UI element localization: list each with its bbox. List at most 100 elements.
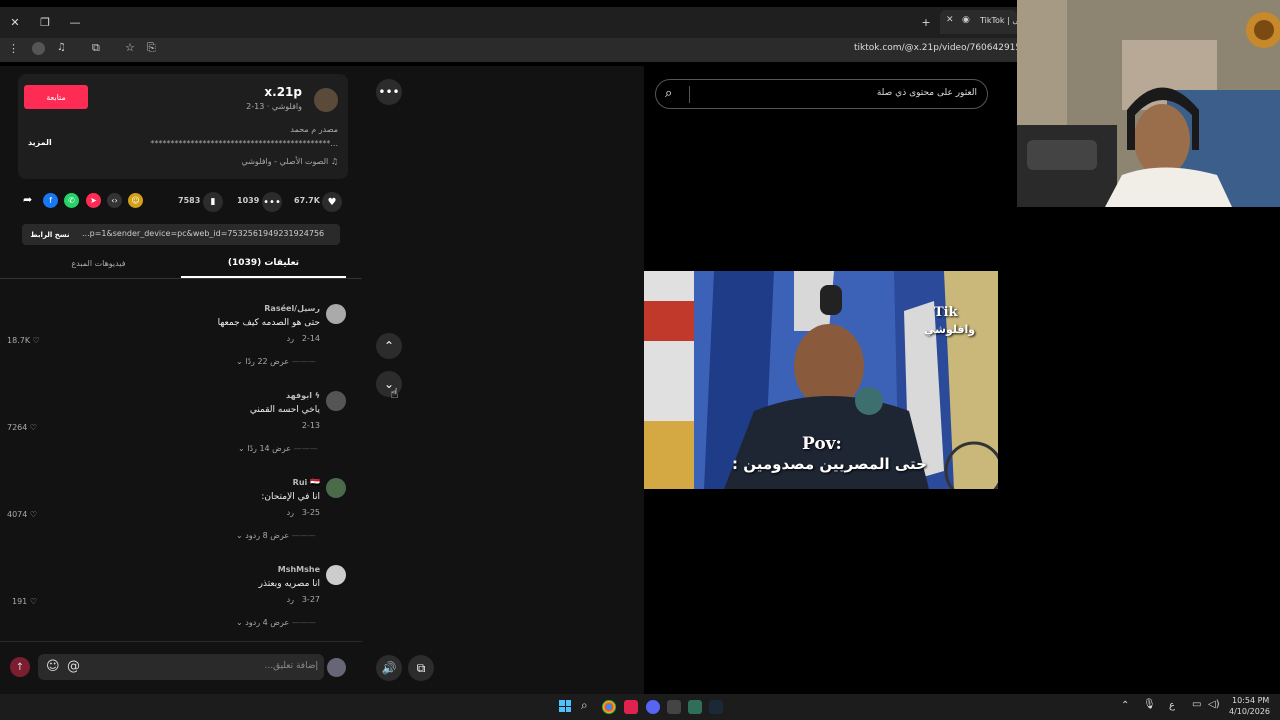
webcam-overlay bbox=[1017, 0, 1280, 207]
video-overlay-handle: وافلوشي bbox=[924, 323, 976, 336]
send-comment-button[interactable]: ↑ bbox=[10, 657, 30, 677]
steam-icon[interactable] bbox=[709, 700, 723, 714]
url-field[interactable]: tiktok.com/@x.21p/video/76064291595 bbox=[854, 43, 1033, 53]
clock-time[interactable]: 10:54 PM bbox=[1232, 696, 1269, 705]
previous-video-button[interactable]: ⌃ bbox=[376, 333, 402, 359]
facebook-icon[interactable]: f bbox=[43, 193, 58, 208]
miniplayer-button[interactable]: ⧉ bbox=[408, 655, 434, 681]
chevron-down-icon: ⌄ bbox=[236, 618, 246, 627]
heart-icon: ♥ bbox=[322, 192, 342, 212]
related-search-bar[interactable]: ⌕ العثور على محتوى ذي صلة bbox=[655, 79, 988, 109]
media-control-icon[interactable]: ♫ bbox=[57, 42, 66, 53]
commenter-name[interactable]: Raséel/رسيل bbox=[264, 304, 320, 313]
like-button[interactable]: ♥ bbox=[322, 192, 342, 212]
close-tab-icon[interactable]: ✕ bbox=[946, 15, 954, 25]
comment-input[interactable]: إضافة تعليق... bbox=[264, 661, 318, 671]
whatsapp-icon[interactable]: ✆ bbox=[64, 193, 79, 208]
view-replies-button[interactable]: ⌄ عرض 14 ردًا ——— bbox=[238, 444, 318, 453]
details-panel: متابعة x.21p وافلوشي · 13-2 مصدر م محمد … bbox=[0, 66, 362, 694]
view-replies-button[interactable]: ⌄ عرض 8 ردود ——— bbox=[236, 531, 316, 540]
comment-likes[interactable]: 7264 ♡ bbox=[7, 423, 37, 432]
reply-button[interactable]: رد bbox=[287, 595, 294, 604]
comment-text: حتى هو الصدمه كيف جمعها bbox=[217, 318, 320, 328]
comment-input-box[interactable]: ☺ @ إضافة تعليق... bbox=[38, 654, 324, 680]
sound-label[interactable]: ♫ الصوت الأصلي - وافلوشي bbox=[242, 157, 338, 166]
video-overlay-tik: Tik bbox=[934, 305, 958, 320]
follow-button[interactable]: متابعة bbox=[24, 85, 88, 109]
embed-code-icon[interactable]: ‹› bbox=[107, 193, 122, 208]
heart-outline-icon: ♡ bbox=[29, 423, 38, 432]
tray-expand-icon[interactable]: ⌃ bbox=[1121, 700, 1129, 711]
save-button[interactable]: ▮ bbox=[203, 192, 223, 212]
commenter-name[interactable]: MshMshe bbox=[278, 565, 320, 574]
comment-like-count: 4074 bbox=[7, 510, 28, 519]
emoji-icon[interactable]: ☺ bbox=[46, 659, 60, 674]
active-tab[interactable]: ✕ ◉ TikTok | على bbox=[940, 10, 1026, 34]
search-taskbar-icon[interactable]: ⌕ bbox=[581, 698, 588, 713]
view-replies-button[interactable]: ⌄ عرض 4 ردود ——— bbox=[236, 618, 316, 627]
reply-button[interactable]: رد bbox=[287, 508, 294, 517]
comment-likes[interactable]: 4074 ♡ bbox=[7, 510, 37, 519]
chrome-icon[interactable] bbox=[602, 700, 616, 714]
minimize-window-icon[interactable]: — bbox=[66, 13, 84, 31]
extensions-icon[interactable]: ⧉ bbox=[92, 41, 100, 55]
gift-share-icon[interactable]: ☺ bbox=[128, 193, 143, 208]
like-count: 67.7K bbox=[294, 196, 320, 205]
profile-icon[interactable] bbox=[32, 42, 45, 55]
share-link-text[interactable]: ...p=1&sender_device=pc&web_id=753256194… bbox=[82, 229, 336, 238]
comment-like-count: 191 bbox=[12, 597, 28, 606]
comment-text: انا مصريه وبعتذر bbox=[258, 579, 320, 589]
mention-icon[interactable]: @ bbox=[67, 659, 80, 674]
more-link[interactable]: المزيد bbox=[28, 138, 52, 147]
video-overlay-pov: Pov: bbox=[802, 434, 842, 454]
view-replies-button[interactable]: ⌄ عرض 22 ردًا ——— bbox=[236, 357, 316, 366]
close-window-icon[interactable]: ✕ bbox=[6, 13, 24, 31]
search-input[interactable]: العثور على محتوى ذي صلة bbox=[877, 88, 977, 98]
comment-likes[interactable]: 18.7K ♡ bbox=[7, 336, 40, 345]
comment-likes[interactable]: 191 ♡ bbox=[12, 597, 37, 606]
list-item: MshMshe انا مصريه وبعتذر 3-27 رد 191 ♡ ⌄… bbox=[0, 555, 362, 635]
address-toolbar: ⋮ ♫ ⧉ ☆ ⎘ tiktok.com/@x.21p/video/760642… bbox=[0, 38, 1033, 62]
restore-window-icon[interactable]: ❐ bbox=[36, 13, 54, 31]
comment-date: 3-25 bbox=[301, 508, 320, 517]
tab-divider bbox=[0, 278, 362, 279]
copy-link-row: نسخ الرابط ...p=1&sender_device=pc&web_i… bbox=[22, 224, 340, 245]
app-green-icon[interactable] bbox=[688, 700, 702, 714]
heart-outline-icon: ♡ bbox=[29, 597, 37, 606]
volume-tray-icon[interactable]: ◁) bbox=[1208, 699, 1220, 710]
new-tab-icon[interactable]: + bbox=[917, 13, 935, 31]
more-options-button[interactable]: ••• bbox=[376, 79, 402, 105]
search-icon[interactable]: ⌕ bbox=[665, 86, 672, 101]
commenter-avatar[interactable] bbox=[326, 391, 346, 411]
cast-icon[interactable]: ⎘ bbox=[147, 41, 156, 55]
commenter-avatar[interactable] bbox=[326, 478, 346, 498]
discord-icon[interactable] bbox=[646, 700, 660, 714]
comment-date: 2-13 bbox=[301, 421, 320, 430]
comment-button[interactable]: ••• bbox=[262, 192, 282, 212]
volume-button[interactable]: 🔊 bbox=[376, 655, 402, 681]
bookmark-star-icon[interactable]: ☆ bbox=[125, 41, 135, 54]
send-friend-icon[interactable]: ➤ bbox=[86, 193, 101, 208]
commenter-name[interactable]: ابوفهد ϟ bbox=[286, 391, 320, 400]
author-username[interactable]: x.21p bbox=[264, 85, 302, 99]
microphone-icon[interactable]: 🎙 bbox=[1143, 699, 1156, 710]
share-arrow-icon[interactable]: ➦ bbox=[23, 193, 32, 206]
start-button[interactable] bbox=[559, 700, 571, 712]
video-frame[interactable]: Tik وافلوشي Pov: حتى المصريين مصدومين : bbox=[644, 271, 998, 489]
tab-comments[interactable]: تعليقات (1039) bbox=[181, 258, 346, 268]
clock-date[interactable]: 4/10/2026 bbox=[1229, 707, 1270, 716]
menu-icon[interactable]: ⋮ bbox=[8, 42, 19, 55]
app-terminal-icon[interactable] bbox=[667, 700, 681, 714]
network-icon[interactable]: ▭ bbox=[1192, 699, 1201, 710]
copy-link-button[interactable]: نسخ الرابط bbox=[22, 224, 78, 245]
tab-audio-icon: ◉ bbox=[962, 15, 970, 25]
tab-creator-videos[interactable]: فيديوهات المبدع bbox=[16, 259, 181, 268]
reply-button[interactable]: رد bbox=[287, 334, 294, 343]
commenter-name[interactable]: Rui 🇪🇬 bbox=[293, 478, 320, 487]
language-indicator[interactable]: ع bbox=[1169, 700, 1175, 711]
commenter-avatar[interactable] bbox=[326, 304, 346, 324]
input-divider bbox=[0, 641, 362, 642]
app-a-icon[interactable] bbox=[624, 700, 638, 714]
commenter-avatar[interactable] bbox=[326, 565, 346, 585]
author-avatar[interactable] bbox=[314, 88, 338, 112]
